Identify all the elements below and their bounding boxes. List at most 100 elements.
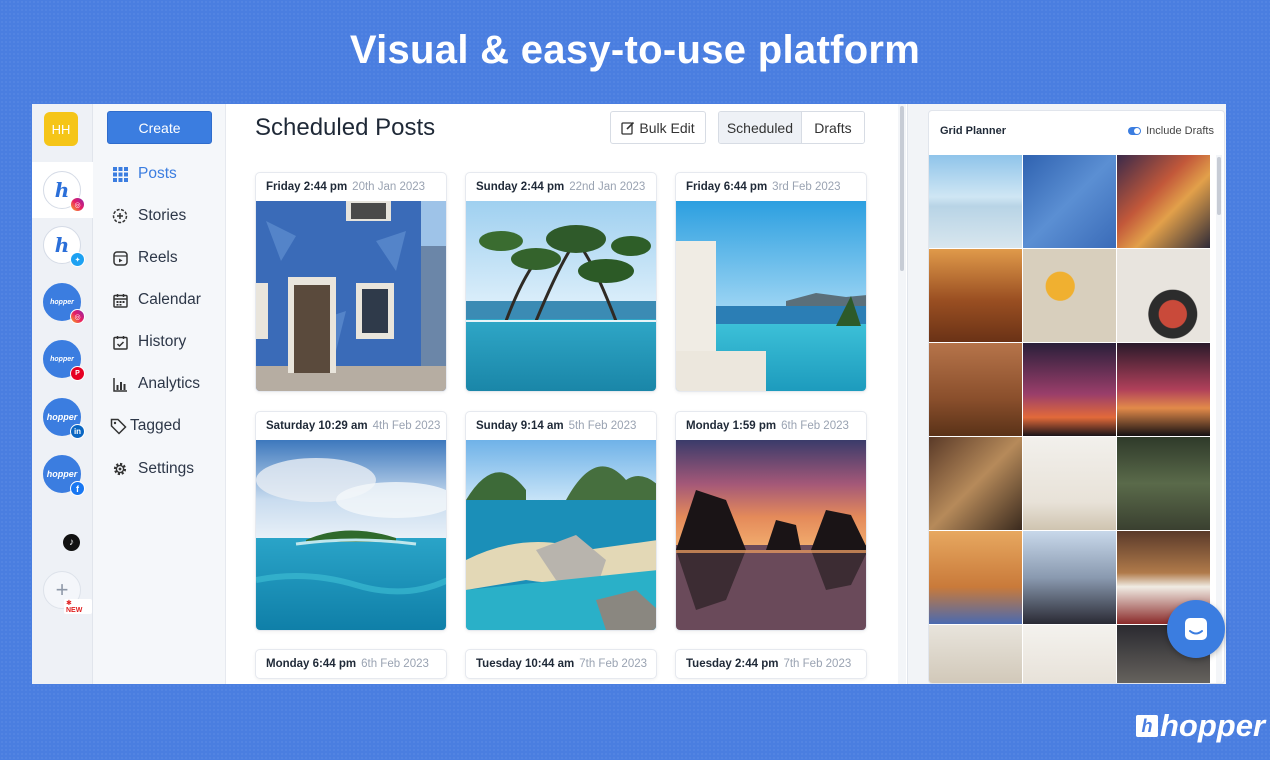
include-drafts-label: Include Drafts xyxy=(1146,125,1214,137)
new-badge-label: NEW xyxy=(66,607,83,614)
calendar-icon xyxy=(111,291,129,309)
grid-tile[interactable] xyxy=(1117,155,1210,248)
sidebar-nav: Create Posts Stories Reels Calendar Hist… xyxy=(93,104,226,684)
hopper-h-icon: h xyxy=(54,233,70,257)
account-instagram-hopper[interactable]: hopper ◎ xyxy=(43,283,85,324)
toggle-switch-icon xyxy=(1128,127,1142,135)
analytics-icon xyxy=(111,375,129,393)
facebook-icon: f xyxy=(70,481,85,496)
sidebar-item-posts[interactable]: Posts xyxy=(111,162,177,186)
account-twitter-h[interactable]: h ✦ xyxy=(43,226,85,267)
post-card-header: Friday 2:44 pm 20th Jan 2023 xyxy=(256,173,446,201)
grid-tile[interactable] xyxy=(1023,155,1116,248)
post-card[interactable]: Sunday 9:14 am 5th Feb 2023 xyxy=(465,411,657,631)
sidebar-item-tagged[interactable]: Tagged xyxy=(109,414,181,438)
sidebar-item-stories[interactable]: Stories xyxy=(111,204,186,228)
new-badge: ✱ NEW xyxy=(64,599,92,614)
post-date: 22nd Jan 2023 xyxy=(569,181,646,193)
grid-tile[interactable] xyxy=(1023,625,1116,683)
sidebar-item-history[interactable]: History xyxy=(111,330,186,354)
post-card[interactable]: Monday 6:44 pm 6th Feb 2023 xyxy=(255,649,447,679)
post-time: Sunday 2:44 pm xyxy=(476,181,565,193)
sidebar-item-reels[interactable]: Reels xyxy=(111,246,178,270)
create-button[interactable]: Create xyxy=(107,111,212,144)
grid-tile[interactable] xyxy=(1117,437,1210,530)
post-image-blue-house[interactable] xyxy=(256,201,446,391)
grid-tile[interactable] xyxy=(1117,249,1210,342)
grid-tile[interactable] xyxy=(1023,531,1116,624)
tab-drafts[interactable]: Drafts xyxy=(801,112,864,143)
pinterest-icon: P xyxy=(70,366,85,381)
sidebar-item-settings[interactable]: Settings xyxy=(111,457,194,481)
grid-tile[interactable] xyxy=(1023,343,1116,436)
sidebar-item-label: Analytics xyxy=(138,375,201,392)
post-time: Monday 6:44 pm xyxy=(266,658,357,670)
account-linkedin-hopper[interactable]: hopper in xyxy=(43,398,85,439)
hopper-brand-logo: h hopper xyxy=(1136,708,1265,744)
gear-icon xyxy=(111,460,129,478)
sidebar-item-label: Calendar xyxy=(138,291,201,308)
twitter-icon: ✦ xyxy=(70,252,85,267)
grid-planner-grid xyxy=(929,155,1210,683)
brand-name: hopper xyxy=(1160,708,1266,743)
post-card[interactable]: Tuesday 10:44 am 7th Feb 2023 xyxy=(465,649,657,679)
hopper-logo-icon: hopper xyxy=(46,469,78,479)
account-instagram-h[interactable]: h ◎ xyxy=(43,171,85,212)
post-time: Sunday 9:14 am xyxy=(476,420,564,432)
post-card[interactable]: Monday 1:59 pm 6th Feb 2023 xyxy=(675,411,867,631)
post-image-lagoon-cliffs[interactable] xyxy=(466,440,656,630)
post-card[interactable]: Friday 6:44 pm 3rd Feb 2023 xyxy=(675,172,867,392)
posts-scrollbar-thumb[interactable] xyxy=(900,106,904,271)
sidebar-item-analytics[interactable]: Analytics xyxy=(111,372,200,396)
post-card-header: Monday 6:44 pm 6th Feb 2023 xyxy=(256,650,446,678)
post-time: Tuesday 2:44 pm xyxy=(686,658,779,670)
post-time: Tuesday 10:44 am xyxy=(476,658,575,670)
grid-tile[interactable] xyxy=(1023,249,1116,342)
post-card[interactable]: Friday 2:44 pm 20th Jan 2023 xyxy=(255,172,447,392)
posts-scrollbar[interactable] xyxy=(898,104,906,684)
grid-tile[interactable] xyxy=(929,343,1022,436)
linkedin-icon: in xyxy=(70,424,85,439)
account-pinterest-hopper[interactable]: hopper P xyxy=(43,340,85,381)
post-card[interactable]: Sunday 2:44 pm 22nd Jan 2023 xyxy=(465,172,657,392)
hopper-logo-icon: hopper xyxy=(46,412,78,422)
post-date: 5th Feb 2023 xyxy=(568,420,637,432)
post-image-pool-sea[interactable] xyxy=(676,201,866,391)
post-image-island[interactable] xyxy=(256,440,446,630)
grid-tile[interactable] xyxy=(929,531,1022,624)
tiktok-icon[interactable]: ♪ xyxy=(63,534,80,551)
grid-icon xyxy=(111,165,129,183)
post-image-sunset-rocks[interactable] xyxy=(676,440,866,630)
account-facebook-hopper[interactable]: hopper f xyxy=(43,455,85,496)
post-card-header: Monday 1:59 pm 6th Feb 2023 xyxy=(676,412,866,440)
chat-button[interactable] xyxy=(1167,600,1225,658)
user-avatar[interactable]: HH xyxy=(44,112,78,146)
sidebar-item-label: History xyxy=(138,333,187,350)
tab-scheduled[interactable]: Scheduled xyxy=(719,112,802,143)
post-card[interactable]: Saturday 10:29 am 4th Feb 2023 xyxy=(255,411,447,631)
post-image-infinity-pool[interactable] xyxy=(466,201,656,391)
include-drafts-toggle[interactable]: Include Drafts xyxy=(1128,125,1214,137)
post-time: Monday 1:59 pm xyxy=(686,420,777,432)
sidebar-item-label: Tagged xyxy=(130,417,181,434)
bulk-edit-label: Bulk Edit xyxy=(639,119,695,136)
post-card-header: Friday 6:44 pm 3rd Feb 2023 xyxy=(676,173,866,201)
grid-tile[interactable] xyxy=(929,155,1022,248)
grid-tile[interactable] xyxy=(1023,437,1116,530)
grid-tile[interactable] xyxy=(1117,343,1210,436)
post-date: 6th Feb 2023 xyxy=(361,658,429,670)
post-card[interactable]: Tuesday 2:44 pm 7th Feb 2023 xyxy=(675,649,867,679)
post-status-tabs: Scheduled Drafts xyxy=(718,111,865,144)
grid-tile[interactable] xyxy=(929,249,1022,342)
post-card-header: Sunday 2:44 pm 22nd Jan 2023 xyxy=(466,173,656,201)
grid-tile[interactable] xyxy=(929,625,1022,683)
hopper-h-icon: h xyxy=(54,178,70,202)
grid-planner-scrollbar[interactable] xyxy=(1216,155,1222,683)
bulk-edit-button[interactable]: Bulk Edit xyxy=(610,111,706,144)
sidebar-item-calendar[interactable]: Calendar xyxy=(111,288,201,312)
post-time: Friday 6:44 pm xyxy=(686,181,768,193)
grid-tile[interactable] xyxy=(929,437,1022,530)
sidebar-item-label: Settings xyxy=(138,460,195,477)
grid-planner-scrollbar-thumb[interactable] xyxy=(1217,157,1221,215)
edit-icon xyxy=(621,121,635,135)
